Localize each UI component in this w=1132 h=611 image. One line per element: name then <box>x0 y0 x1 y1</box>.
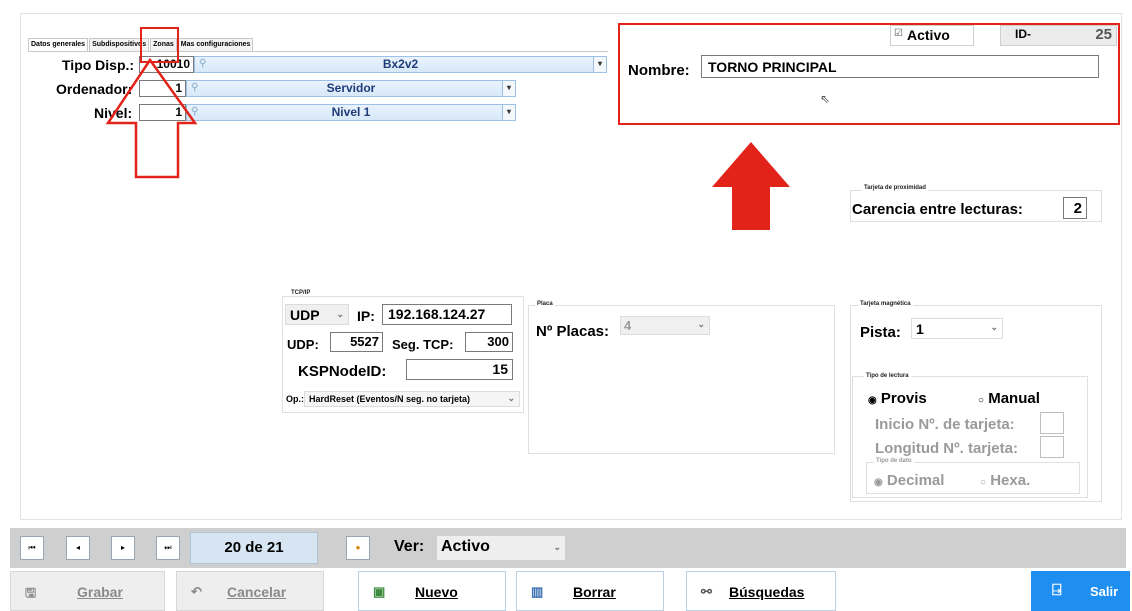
tipo-disp-value: Bx2v2 <box>382 57 419 71</box>
carencia-label: Carencia entre lecturas: <box>852 201 1023 218</box>
kspnodeid-input[interactable]: 15 <box>406 359 513 380</box>
ip-label: IP: <box>357 308 375 324</box>
busquedas-button[interactable]: ⚯ Búsquedas <box>686 571 836 611</box>
nivel-value: Nivel 1 <box>331 105 371 119</box>
salir-button[interactable]: ⍈ Salir <box>1031 571 1130 611</box>
longitud-tarjeta-input[interactable] <box>1040 436 1064 458</box>
next-record-icon[interactable]: ▸ <box>111 536 135 560</box>
chevron-down-icon: ⌄ <box>990 322 998 332</box>
decimal-label: Decimal <box>886 472 945 489</box>
proximidad-title: Tarjeta de proximidad <box>862 185 928 191</box>
nplacas-value: 4 <box>624 318 632 333</box>
cancelar-button[interactable]: ↶ Cancelar <box>176 571 324 611</box>
grabar-button[interactable]: 🖫 Grabar <box>10 571 165 611</box>
chevron-down-icon: ⌄ <box>553 542 561 552</box>
borrar-label: Borrar <box>573 584 616 600</box>
ordenador-combo[interactable]: ⚲ Servidor ▾ <box>186 80 516 97</box>
record-navigation-bar: ⏮ ◂ ▸ ⏭ 20 de 21 ● Ver: Activo ⌄ <box>10 528 1126 568</box>
salir-label: Salir <box>1090 584 1119 599</box>
provis-label: Provis <box>880 390 927 407</box>
inicio-tarjeta-input[interactable] <box>1040 412 1064 434</box>
record-position: 20 de 21 <box>190 532 318 564</box>
tipo-disp-combo[interactable]: ⚲ Bx2v2 ▾ <box>194 56 607 73</box>
magnetica-title: Tarjeta magnética <box>858 301 913 307</box>
ver-select[interactable]: Activo ⌄ <box>436 535 566 561</box>
tipo-lectura-title: Tipo de lectura <box>864 373 911 379</box>
carencia-input[interactable]: 2 <box>1063 197 1087 219</box>
cancelar-label: Cancelar <box>227 584 287 600</box>
chevron-down-icon: ⌄ <box>507 393 515 403</box>
pista-value: 1 <box>916 321 924 337</box>
grabar-label: Grabar <box>77 584 123 600</box>
annotation-highlight-header <box>618 23 1120 125</box>
undo-icon: ↶ <box>191 584 202 599</box>
op-label: Op.: <box>286 394 304 404</box>
udp-label: UDP: <box>287 337 319 352</box>
chevron-down-icon[interactable]: ▾ <box>502 81 515 96</box>
radio-hexa[interactable]: ○ Hexa. <box>980 472 1030 489</box>
radio-unchecked-icon: ○ <box>978 395 985 406</box>
tab-mas-configuraciones[interactable]: Mas configuraciones <box>177 38 254 51</box>
tipo-dato-title: Tipo de dato <box>874 458 914 464</box>
nuevo-label: Nuevo <box>415 584 458 600</box>
binoculars-icon: ⚯ <box>701 584 712 599</box>
annotation-up-arrow-solid <box>712 142 790 230</box>
ordenador-value: Servidor <box>326 81 376 95</box>
manual-label: Manual <box>988 390 1040 407</box>
trash-icon: ▥ <box>531 584 544 599</box>
segtcp-label: Seg. TCP: <box>392 337 454 352</box>
radio-checked-icon: ◉ <box>868 395 877 406</box>
chevron-down-icon[interactable]: ▾ <box>502 105 515 120</box>
radio-unchecked-icon: ○ <box>980 477 987 488</box>
pista-select[interactable]: 1 ⌄ <box>911 318 1003 339</box>
tab-datos-generales[interactable]: Datos generales <box>28 38 89 51</box>
chevron-down-icon[interactable]: ▾ <box>593 57 606 72</box>
save-icon: 🖫 <box>25 585 37 600</box>
previous-record-icon[interactable]: ◂ <box>66 536 90 560</box>
borrar-button[interactable]: ▥ Borrar <box>516 571 664 611</box>
ver-value: Activo <box>441 538 490 555</box>
tab-divider <box>28 51 608 52</box>
radio-manual[interactable]: ○ Manual <box>978 390 1040 407</box>
protocol-value: UDP <box>290 307 320 323</box>
placa-title: Placa <box>535 301 555 307</box>
op-value: HardReset (Eventos/N seg. no tarjeta) <box>309 394 471 404</box>
segtcp-input[interactable]: 300 <box>465 332 513 352</box>
chevron-down-icon: ⌄ <box>697 319 705 329</box>
hexa-label: Hexa. <box>990 472 1031 489</box>
chevron-down-icon: ⌄ <box>336 309 344 319</box>
nuevo-button[interactable]: ▣ Nuevo <box>358 571 506 611</box>
ip-input[interactable]: 192.168.124.27 <box>382 304 512 325</box>
kspnodeid-label: KSPNodeID: <box>298 363 387 380</box>
annotation-up-arrow-outline <box>105 57 198 179</box>
last-record-icon[interactable]: ⏭ <box>156 536 180 560</box>
udp-port-input[interactable]: 5527 <box>330 332 383 352</box>
new-document-icon: ▣ <box>373 584 386 599</box>
tcpip-title: TCP/IP <box>289 290 313 296</box>
first-record-icon[interactable]: ⏮ <box>20 536 44 560</box>
protocol-select[interactable]: UDP ⌄ <box>285 304 349 325</box>
exit-door-icon: ⍈ <box>1052 582 1062 599</box>
radio-decimal[interactable]: ◉ Decimal <box>874 472 944 489</box>
ver-label: Ver: <box>394 538 425 555</box>
busquedas-label: Búsquedas <box>729 584 805 600</box>
radio-checked-icon: ◉ <box>874 477 883 488</box>
radio-provis[interactable]: ◉ Provis <box>868 390 927 407</box>
nplacas-select[interactable]: 4 ⌄ <box>620 316 710 335</box>
longitud-tarjeta-label: Longitud Nº. tarjeta: <box>875 440 1018 457</box>
inicio-tarjeta-label: Inicio Nº. de tarjeta: <box>875 416 1015 433</box>
pista-label: Pista: <box>860 324 901 341</box>
refresh-icon[interactable]: ● <box>346 536 370 560</box>
nivel-combo[interactable]: ⚲ Nivel 1 ▾ <box>186 104 516 121</box>
op-select[interactable]: HardReset (Eventos/N seg. no tarjeta) ⌄ <box>304 391 520 407</box>
nplacas-label: Nº Placas: <box>536 323 610 340</box>
